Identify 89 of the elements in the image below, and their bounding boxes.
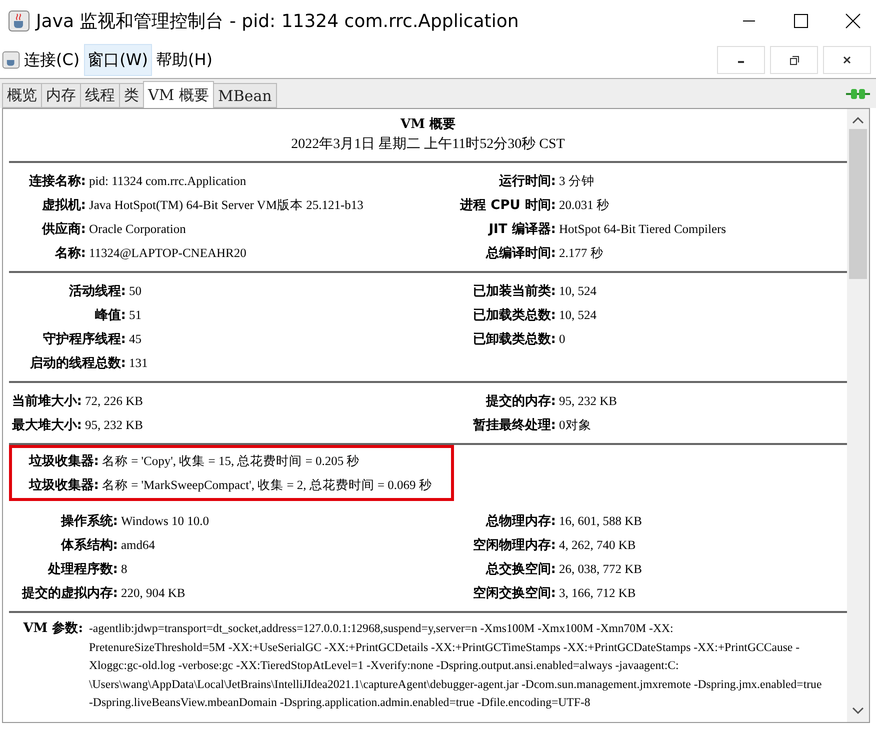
field-value: PretenureSizeThreshold=5M -XX:+UseSerialGC -XX:+PrintGCDetails -XX:+PrintGCTimeStamps -XX:+PrintGCDateStamps -XX:+PrintGCCause -: [89, 638, 800, 656]
field-value: 3 分钟: [559, 172, 594, 190]
minimize-icon: [742, 20, 756, 22]
field-label: 进程 CPU 时间:: [458, 197, 557, 214]
field-value: \Users\wang\AppData\Local\JetBrains\IntelliJIdea2021.1\captureAgent\debugger-agent.jar -Dcom.sun.management.jmxremote -Dspring.jmx.enabled=true: [89, 676, 822, 692]
summary-date: 2022年3月1日 星期二 上午11时52分30秒 CST: [291, 136, 565, 154]
field-label: 空闲交换空间:: [472, 584, 557, 602]
menu-item[interactable]: 连接(C): [20, 44, 84, 76]
restore-button[interactable]: [770, 46, 818, 74]
field-value: 10, 524: [559, 308, 596, 322]
field-value: HotSpot 64-Bit Tiered Compilers: [559, 222, 726, 236]
field-label: 已卸载类总数:: [472, 331, 557, 348]
plug-icon[interactable]: [846, 88, 870, 100]
field-label: VM 参数:: [22, 620, 84, 638]
field-value: Oracle Corporation: [89, 222, 186, 236]
field-label: 操作系统:: [60, 512, 119, 530]
summary-title: VM 概要: [400, 116, 456, 134]
field-value: 2.177 秒: [559, 244, 604, 262]
field-value: 95, 232 KB: [559, 394, 617, 408]
field-label: 总编译时间:: [484, 244, 557, 262]
close-icon: [845, 13, 861, 29]
field-value: 0: [559, 332, 566, 346]
coffee-cup-icon: [8, 10, 30, 32]
field-value: 名称 = 'Copy', 收集 = 15, 总花费时间 = 0.205 秒: [102, 452, 360, 470]
field-label: 名称:: [54, 245, 87, 262]
field-label: 运行时间:: [498, 173, 557, 190]
field-value: 95, 232 KB: [85, 418, 143, 432]
tab[interactable]: VM 概要: [143, 81, 214, 108]
field-value: 50: [129, 284, 142, 298]
field-value: 0对象: [559, 416, 592, 434]
maximize-icon: [793, 13, 809, 29]
field-label: 提交的内存:: [484, 392, 557, 410]
field-value: 名称 = 'MarkSweepCompact', 收集 = 2, 总花费时间 = 0.069 秒: [102, 476, 432, 494]
field-label: 体系结构:: [60, 536, 119, 554]
field-value: Xloggc:gc-old.log -verbose:gc -XX:TieredStopAtLevel=1 -Xverify:none -Dspring.output.ansi.enabled=always -javaagent:C:: [89, 657, 679, 674]
field-value: -agentlib:jdwp=transport=dt_socket,address=127.0.0.1:12968,suspend=y,server=n -Xms100M -Xmx100M -Xmn70M -XX:: [89, 620, 674, 637]
field-value: 220, 904 KB: [121, 586, 186, 600]
field-label: 活动线程:: [68, 283, 127, 300]
field-label: 处理程序数:: [46, 560, 119, 578]
field-label: 启动的线程总数:: [28, 354, 127, 372]
field-label: 已加装当前类:: [472, 283, 557, 300]
field-value: 51: [129, 308, 142, 322]
field-label: 供应商:: [40, 220, 87, 238]
field-value: Java HotSpot(TM) 64-Bit Server VM版本 25.121-b13: [89, 196, 364, 214]
field-label: 总交换空间:: [484, 560, 557, 578]
coffee-cup-icon: [2, 51, 20, 69]
field-label: 暂挂最终处理:: [472, 417, 557, 434]
field-value: 72, 226 KB: [85, 394, 143, 408]
tab[interactable]: 类: [119, 83, 144, 108]
field-label: 连接名称:: [28, 172, 87, 190]
window-title: Java 监视和管理控制台 - pid: 11324 com.rrc.Application: [36, 10, 520, 33]
tab[interactable]: 线程: [80, 83, 120, 108]
field-value: pid: 11324 com.rrc.Application: [89, 174, 246, 188]
field-label: 垃圾收集器:: [28, 453, 100, 470]
field-label: 提交的虚拟内存:: [20, 584, 119, 602]
field-value: 8: [121, 562, 128, 576]
field-label: 峰值:: [94, 307, 127, 324]
field-value: 10, 524: [559, 284, 596, 298]
scroll-down-icon[interactable]: [852, 706, 864, 716]
field-label: 最大堆大小:: [10, 417, 83, 434]
field-label: 总物理内存:: [484, 513, 557, 530]
restore-icon: [790, 56, 798, 64]
field-value: 11324@LAPTOP-CNEAHR20: [89, 246, 246, 260]
field-value: 16, 601, 588 KB: [559, 514, 642, 528]
scroll-up-icon[interactable]: [852, 115, 864, 125]
close-icon: [843, 56, 851, 64]
field-value: amd64: [121, 538, 156, 552]
tab[interactable]: MBean: [212, 83, 277, 108]
field-value: 131: [129, 356, 148, 370]
field-label: 已加载类总数:: [472, 307, 557, 324]
scrollbar[interactable]: [847, 109, 869, 722]
field-value: 3, 166, 712 KB: [559, 586, 636, 600]
field-value: 4, 262, 740 KB: [559, 538, 636, 552]
field-value: 26, 038, 772 KB: [559, 562, 642, 576]
field-label: 垃圾收集器:: [28, 477, 100, 494]
menu-item[interactable]: 帮助(H): [152, 44, 216, 76]
field-label: 当前堆大小:: [10, 393, 83, 410]
field-value: Windows 10 10.0: [121, 514, 210, 528]
field-value: 45: [129, 332, 142, 346]
field-value: -Dspring.liveBeansView.mbeanDomain -Dspring.application.admin.enabled=true -Dfile.encoding=UTF-8: [89, 694, 590, 711]
field-value: 20.031 秒: [559, 196, 610, 214]
tab[interactable]: 内存: [41, 83, 81, 108]
tab[interactable]: 概览: [2, 83, 42, 108]
field-label: 虚拟机:: [40, 196, 87, 214]
scrollbar-thumb[interactable]: [849, 129, 867, 279]
field-label: 守护程序线程:: [42, 330, 127, 348]
menu-item[interactable]: 窗口(W): [84, 44, 152, 76]
field-label: 空闲物理内存:: [472, 536, 557, 554]
field-label: JIT 编译器:: [487, 220, 557, 238]
